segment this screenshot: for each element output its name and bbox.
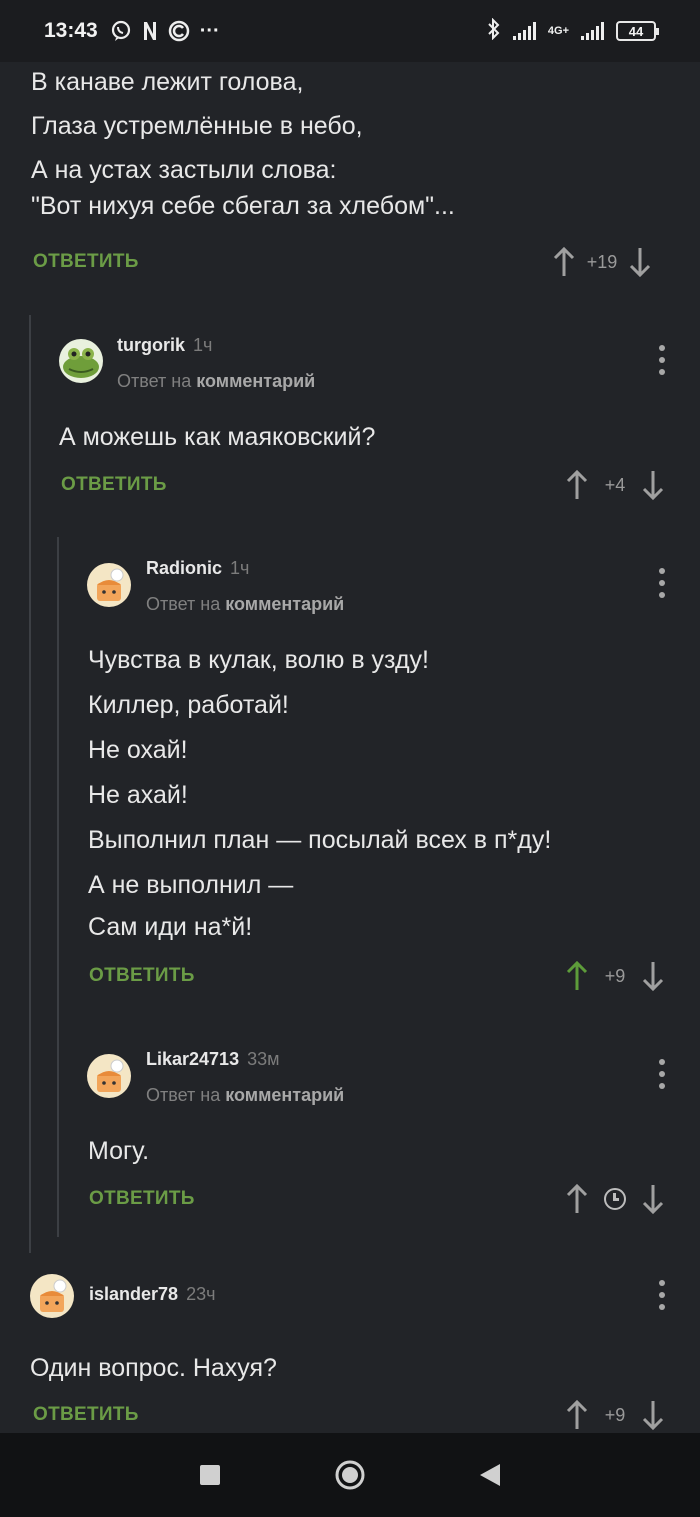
status-time: 13:43 — [44, 19, 98, 42]
author[interactable]: Likar24713 33м — [146, 1049, 279, 1070]
author-name[interactable]: islander78 — [89, 1284, 178, 1304]
reply-to: Ответ на комментарий — [117, 371, 315, 392]
downvote-arrow-icon[interactable] — [642, 468, 664, 502]
comment-line: Выполнил план — посылай всех в п*ду! — [88, 826, 552, 854]
author-name[interactable]: Likar24713 — [146, 1049, 239, 1069]
vote-controls: +9 — [566, 958, 664, 994]
status-bar: 13:43 ··· 4G+ 44 — [0, 0, 700, 62]
score: +9 — [604, 965, 626, 986]
comment-time: 1ч — [193, 335, 213, 355]
c-icon — [168, 20, 190, 42]
comment-body: Могу. — [88, 1129, 149, 1173]
downvote-arrow-icon[interactable] — [642, 1182, 664, 1216]
more-vertical-icon[interactable] — [658, 568, 666, 598]
author[interactable]: Radionic 1ч — [146, 558, 249, 579]
comment-line: Чувства в кулак, волю в узду! — [88, 646, 429, 674]
reply-to-link[interactable]: комментарий — [196, 371, 315, 391]
reply-button[interactable]: ОТВЕТИТЬ — [33, 251, 139, 273]
clock-icon — [604, 1188, 626, 1210]
comment-body: В канаве лежит голова, Глаза устремлённы… — [31, 62, 455, 230]
home-circle-icon[interactable] — [330, 1455, 370, 1495]
upvote-arrow-icon[interactable] — [566, 1398, 588, 1432]
comment-time: 1ч — [230, 558, 250, 578]
status-right: 4G+ 44 — [487, 17, 659, 45]
comment-line: Не ахай! — [88, 781, 188, 809]
comment-line: "Вот нихуя себе сбегал за хлебом"... — [31, 192, 455, 220]
author-name[interactable]: Radionic — [146, 558, 222, 578]
more-vertical-icon[interactable] — [658, 1280, 666, 1310]
score: +4 — [604, 474, 626, 495]
reply-button[interactable]: ОТВЕТИТЬ — [89, 1188, 195, 1210]
score: +9 — [604, 1404, 626, 1425]
comment-line: А можешь как маяковский? — [59, 423, 376, 451]
downvote-arrow-icon[interactable] — [642, 959, 664, 993]
downvote-arrow-icon[interactable] — [642, 1398, 664, 1432]
comment-time: 23ч — [186, 1284, 216, 1304]
signal-icon — [512, 22, 536, 40]
comment-time: 33м — [247, 1049, 280, 1069]
comment-line: Не охай! — [88, 736, 188, 764]
more-vertical-icon[interactable] — [658, 345, 666, 375]
reply-to-link[interactable]: комментарий — [225, 1085, 344, 1105]
author[interactable]: islander78 23ч — [89, 1284, 215, 1305]
avatar[interactable] — [87, 563, 131, 607]
comment-line: Киллер, работай! — [88, 691, 289, 719]
vote-controls: +19 — [553, 244, 651, 280]
comment-line: А на устах застыли слова: — [31, 156, 337, 184]
score: +19 — [586, 251, 618, 272]
downvote-arrow-icon[interactable] — [629, 245, 651, 279]
avatar[interactable] — [59, 339, 103, 383]
reply-to-prefix: Ответ на — [146, 594, 221, 614]
upvote-arrow-icon[interactable] — [566, 468, 588, 502]
viber-icon — [110, 20, 132, 42]
recents-square-icon[interactable] — [190, 1455, 230, 1495]
battery-icon: 44 — [616, 21, 659, 41]
signal-icon-2 — [581, 22, 604, 40]
system-nav-bar — [0, 1433, 700, 1517]
comment-line: Один вопрос. Нахуя? — [30, 1354, 277, 1382]
reply-button[interactable]: ОТВЕТИТЬ — [33, 1404, 139, 1426]
n-icon — [142, 20, 158, 42]
vote-controls: +4 — [566, 467, 664, 503]
comment-line: А не выполнил — — [88, 871, 294, 899]
back-triangle-icon[interactable] — [470, 1455, 510, 1495]
upvote-arrow-icon-active[interactable] — [566, 959, 588, 993]
reply-to: Ответ на комментарий — [146, 594, 344, 615]
avatar[interactable] — [87, 1054, 131, 1098]
battery-level: 44 — [628, 23, 644, 39]
thread-line — [29, 315, 31, 1253]
reply-to-link[interactable]: комментарий — [225, 594, 344, 614]
network-type: 4G+ — [547, 25, 569, 37]
thread-line — [57, 537, 59, 1237]
bluetooth-icon — [487, 17, 501, 45]
reply-button[interactable]: ОТВЕТИТЬ — [61, 474, 167, 496]
reply-to-prefix: Ответ на — [146, 1085, 221, 1105]
comment-line: В канаве лежит голова, — [31, 68, 304, 96]
comment-line: Глаза устремлённые в небо, — [31, 112, 363, 140]
comment-body: А можешь как маяковский? — [59, 415, 375, 459]
more-icon: ··· — [199, 19, 220, 42]
vote-controls: +9 — [566, 1397, 664, 1433]
reply-button[interactable]: ОТВЕТИТЬ — [89, 965, 195, 987]
reply-to-prefix: Ответ на — [117, 371, 192, 391]
comment-body: Чувства в кулак, волю в узду! Киллер, ра… — [88, 638, 551, 949]
author-name[interactable]: turgorik — [117, 335, 185, 355]
upvote-arrow-icon[interactable] — [553, 245, 575, 279]
comment-line: Могу. — [88, 1137, 150, 1165]
avatar[interactable] — [30, 1274, 74, 1318]
vote-controls — [566, 1181, 664, 1217]
author[interactable]: turgorik 1ч — [117, 335, 212, 356]
comment-line: Сам иди на*й! — [88, 913, 253, 941]
reply-to: Ответ на комментарий — [146, 1085, 344, 1106]
more-vertical-icon[interactable] — [658, 1059, 666, 1089]
comment-body: Один вопрос. Нахуя? — [30, 1346, 277, 1390]
upvote-arrow-icon[interactable] — [566, 1182, 588, 1216]
comments-feed[interactable]: В канаве лежит голова, Глаза устремлённы… — [0, 62, 700, 1433]
